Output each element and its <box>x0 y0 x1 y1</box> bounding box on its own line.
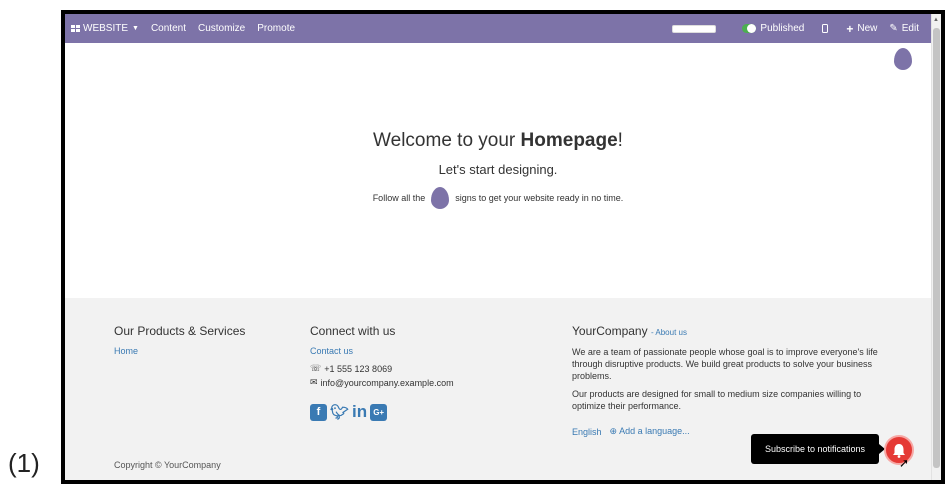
hint-drop-icon <box>431 187 450 209</box>
apps-grid-icon <box>71 24 80 32</box>
twitter-icon[interactable]: 🐦︎ <box>330 403 349 421</box>
new-label: New <box>857 23 878 34</box>
connect-heading: Connect with us <box>310 324 396 338</box>
products-heading: Our Products & Services <box>114 324 246 338</box>
add-language-link[interactable]: ⊕ Add a language... <box>610 426 690 437</box>
company-products-text: Our products are designed for small to m… <box>572 389 862 411</box>
toggle-switch-icon <box>742 24 757 33</box>
plus-circle-icon: ⊕ <box>609 426 618 436</box>
about-us-link[interactable]: - About us <box>651 328 687 337</box>
footer-connect-column: Connect with us Contact us ☏ +1 555 123 … <box>310 324 510 422</box>
home-link[interactable]: Home <box>114 346 294 356</box>
published-toggle[interactable]: Published <box>736 14 810 43</box>
social-links: f 🐦︎ in G+ <box>310 402 510 422</box>
page-title: Welcome to your Homepage! <box>373 130 623 151</box>
published-label: Published <box>760 23 805 34</box>
footer-company-column: YourCompany - About us We are a team of … <box>572 324 887 437</box>
facebook-icon[interactable]: f <box>310 403 327 421</box>
page-scrollbar[interactable]: ▲ <box>931 14 941 480</box>
linkedin-icon[interactable]: in <box>352 402 367 422</box>
website-menu-button[interactable]: WEBSITE ▼ <box>65 14 145 43</box>
company-description: We are a team of passionate people whose… <box>572 347 878 381</box>
figure-caption: (1) <box>8 448 40 478</box>
email-line: ✉ info@yourcompany.example.com <box>310 377 454 388</box>
scrollbar-thumb[interactable] <box>933 28 940 468</box>
website-topbar: WEBSITE ▼ Content Customize Promote Publ… <box>65 14 931 43</box>
language-english-link[interactable]: English <box>572 427 602 437</box>
company-heading: YourCompany - About us <box>572 324 687 338</box>
pencil-icon: ✎ <box>889 23 898 34</box>
browser-frame: WEBSITE ▼ Content Customize Promote Publ… <box>61 10 945 484</box>
site-footer: Our Products & Services Home Connect wit… <box>65 298 931 480</box>
scroll-up-arrow-icon[interactable]: ▲ <box>933 17 939 23</box>
edit-label: Edit <box>901 23 919 34</box>
mouse-cursor-icon: ➚ <box>899 456 910 470</box>
mobile-icon <box>822 24 829 33</box>
website-menu-label: WEBSITE <box>83 23 129 34</box>
caret-down-icon: ▼ <box>132 25 139 32</box>
page-subtitle: Let's start designing. <box>438 162 558 177</box>
footer-products-column: Our Products & Services Home <box>114 324 294 356</box>
contact-us-link[interactable]: Contact us <box>310 346 510 356</box>
progress-bar <box>672 24 717 33</box>
homepage-hero: Welcome to your Homepage! Let's start de… <box>65 43 931 298</box>
topbar-right: Published + New ✎ Edit <box>672 14 931 43</box>
envelope-icon: ✉ <box>310 377 318 387</box>
copyright-text: Copyright © YourCompany <box>114 460 221 470</box>
promote-menu[interactable]: Promote <box>251 14 301 43</box>
topbar-left: WEBSITE ▼ Content Customize Promote <box>65 14 301 43</box>
phone-icon: ☏ <box>310 363 322 373</box>
follow-signs-text: Follow all the signs to get your website… <box>65 187 931 209</box>
mobile-preview-button[interactable] <box>810 14 840 43</box>
edit-button[interactable]: ✎ Edit <box>883 14 931 43</box>
plus-icon: + <box>846 21 854 36</box>
new-button[interactable]: + New <box>840 14 883 43</box>
phone-line: ☏ +1 555 123 8069 <box>310 363 393 374</box>
content-menu[interactable]: Content <box>145 14 192 43</box>
google-plus-icon[interactable]: G+ <box>370 403 388 421</box>
subscribe-tooltip: Subscribe to notifications <box>751 434 885 464</box>
customize-menu[interactable]: Customize <box>192 14 251 43</box>
